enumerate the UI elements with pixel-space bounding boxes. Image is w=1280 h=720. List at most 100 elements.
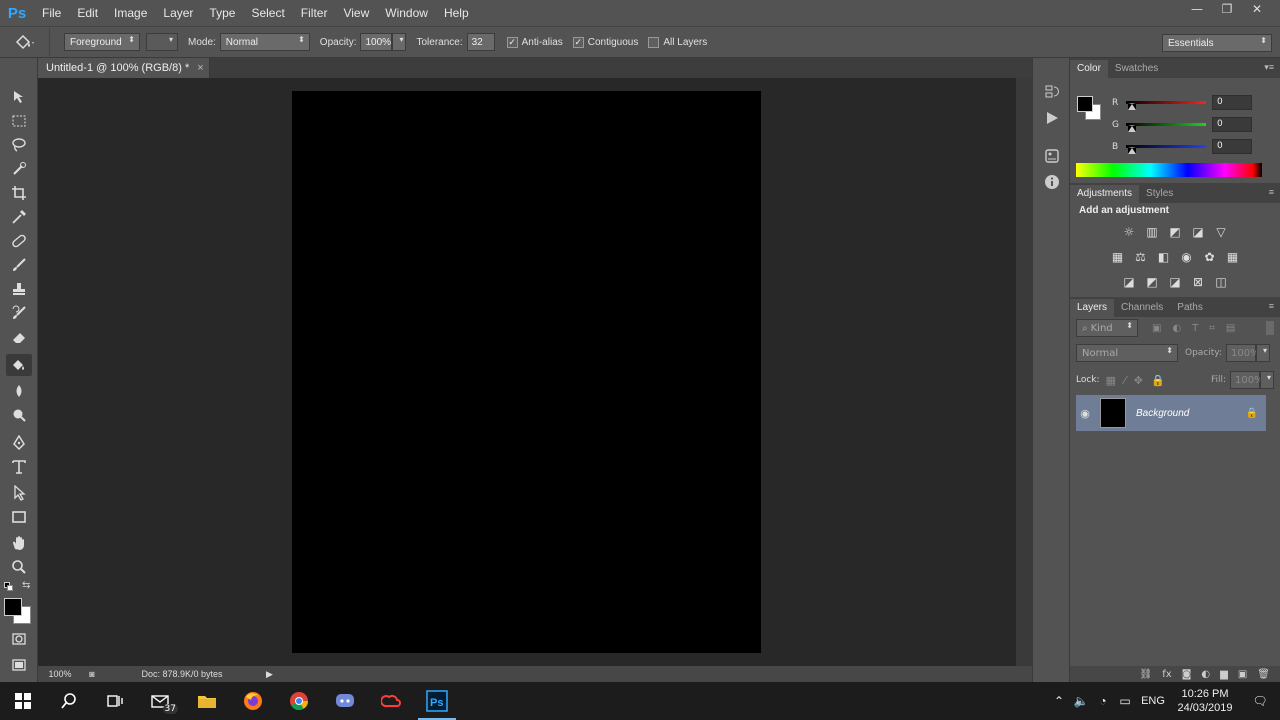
menu-layer[interactable]: Layer — [155, 0, 201, 26]
swap-colors-icon[interactable]: ⇆ — [22, 580, 30, 591]
menu-edit[interactable]: Edit — [69, 0, 106, 26]
panel-menu-icon[interactable]: ≡ — [1269, 187, 1274, 197]
threshold-icon[interactable]: ◪ — [1165, 273, 1185, 291]
tab-paths[interactable]: Paths — [1170, 299, 1210, 317]
link-layers-icon[interactable]: ⛓ — [1140, 669, 1153, 680]
lasso-tool-icon[interactable] — [6, 134, 32, 156]
quick-mask-icon[interactable] — [6, 628, 32, 650]
menu-file[interactable]: File — [34, 0, 69, 26]
posterize-icon[interactable]: ◩ — [1142, 273, 1162, 291]
curves-icon[interactable]: ◩ — [1165, 223, 1185, 241]
mode-dropdown[interactable]: Normal ⬍ — [219, 33, 310, 51]
crop-tool-icon[interactable] — [6, 182, 32, 204]
restore-button[interactable]: ❐ — [1212, 0, 1242, 18]
move-tool-icon[interactable] — [6, 86, 32, 108]
fill-source-dropdown[interactable]: Foreground ⬍ — [64, 33, 140, 51]
pattern-picker[interactable]: ▾ — [146, 33, 178, 51]
wifi-icon[interactable]: ◔ — [1092, 694, 1114, 708]
tab-adjustments[interactable]: Adjustments — [1070, 185, 1140, 203]
color-panel-foreground-swatch[interactable] — [1077, 96, 1093, 112]
menu-select[interactable]: Select — [243, 0, 292, 26]
actions-panel-icon[interactable] — [1042, 108, 1062, 128]
clock[interactable]: 10:26 PM 24/03/2019 — [1170, 687, 1240, 715]
blend-mode-dropdown[interactable]: Normal ⬍ — [1076, 344, 1178, 362]
default-colors-icon[interactable] — [4, 582, 14, 592]
color-lookup-icon[interactable]: ▦ — [1223, 248, 1243, 266]
selective-color-icon[interactable]: ⊠ — [1188, 273, 1208, 291]
photoshop-taskbar-button[interactable]: Ps — [414, 682, 460, 720]
foreground-color-swatch[interactable] — [4, 598, 22, 616]
vertical-scrollbar[interactable] — [1016, 78, 1032, 666]
canvas-area[interactable] — [38, 78, 1016, 666]
close-tab-icon[interactable]: × — [197, 62, 203, 74]
screen-mode-icon[interactable] — [6, 654, 32, 676]
layer-filter-kind-dropdown[interactable]: ⌕ Kind ⬍ — [1076, 319, 1138, 337]
green-slider-thumb[interactable] — [1128, 125, 1136, 132]
all-layers-checkbox[interactable] — [648, 36, 660, 48]
eraser-tool-icon[interactable] — [6, 326, 32, 348]
new-layer-icon[interactable]: ▣ — [1238, 669, 1247, 680]
blue-slider-track[interactable] — [1126, 145, 1206, 148]
chevron-up-icon[interactable]: ⌃ — [1048, 694, 1070, 708]
tab-swatches[interactable]: Swatches — [1108, 60, 1165, 78]
color-balance-icon[interactable]: ⚖ — [1131, 248, 1151, 266]
menu-image[interactable]: Image — [106, 0, 155, 26]
black-white-icon[interactable]: ◧ — [1154, 248, 1174, 266]
dodge-tool-icon[interactable] — [6, 404, 32, 426]
volume-icon[interactable]: 🔈 — [1070, 694, 1092, 708]
opacity-slider-button[interactable]: ▾ — [392, 33, 407, 51]
red-slider-track[interactable] — [1126, 101, 1206, 104]
type-tool-icon[interactable] — [6, 456, 32, 478]
contiguous-checkbox[interactable]: ✓ — [572, 36, 584, 48]
brightness-contrast-icon[interactable]: ☼ — [1119, 223, 1139, 241]
color-spectrum[interactable] — [1076, 163, 1262, 177]
layer-name[interactable]: Background — [1136, 408, 1189, 419]
layer-row-background[interactable]: ◉ Background 🔒 — [1076, 395, 1266, 431]
task-view-button[interactable] — [92, 682, 138, 720]
new-group-icon[interactable]: ▆ — [1220, 669, 1228, 680]
gradient-map-icon[interactable]: ◫ — [1211, 273, 1231, 291]
properties-panel-icon[interactable] — [1042, 146, 1062, 166]
lock-options-icons[interactable]: ▦⁄✥🔒 — [1106, 374, 1173, 387]
clone-stamp-tool-icon[interactable] — [6, 278, 32, 300]
file-explorer-button[interactable] — [184, 682, 230, 720]
tool-preset-picker[interactable] — [0, 28, 50, 56]
firefox-button[interactable] — [230, 682, 276, 720]
tolerance-input[interactable]: 32 — [466, 33, 495, 51]
layer-filter-icons[interactable]: ▣◐T⌗▤ — [1152, 323, 1246, 334]
menu-view[interactable]: View — [335, 0, 377, 26]
menu-filter[interactable]: Filter — [293, 0, 336, 26]
start-button[interactable] — [0, 682, 46, 720]
anti-alias-checkbox[interactable]: ✓ — [506, 36, 518, 48]
red-slider-thumb[interactable] — [1128, 103, 1136, 110]
eyedropper-tool-icon[interactable] — [6, 206, 32, 228]
blue-value-input[interactable]: 0 — [1212, 139, 1252, 154]
green-slider[interactable]: G 0 — [1110, 117, 1280, 134]
zoom-tool-icon[interactable] — [6, 556, 32, 578]
invert-icon[interactable]: ◪ — [1119, 273, 1139, 291]
search-button[interactable] — [46, 682, 92, 720]
tab-channels[interactable]: Channels — [1114, 299, 1170, 317]
minimize-button[interactable]: — — [1182, 0, 1212, 18]
layer-opacity-slider-button[interactable]: ▾ — [1256, 344, 1270, 362]
path-selection-tool-icon[interactable] — [6, 482, 32, 504]
pen-tool-icon[interactable] — [6, 432, 32, 454]
tab-layers[interactable]: Layers — [1070, 299, 1115, 317]
history-panel-icon[interactable] — [1042, 82, 1062, 102]
red-slider[interactable]: R 0 — [1110, 95, 1280, 112]
hand-tool-icon[interactable] — [6, 532, 32, 554]
tab-color[interactable]: Color — [1070, 60, 1108, 78]
zoom-level[interactable]: 100% — [38, 669, 82, 679]
exposure-icon[interactable]: ◪ — [1188, 223, 1208, 241]
new-adjustment-layer-icon[interactable]: ◐ — [1201, 669, 1210, 680]
menu-type[interactable]: Type — [201, 0, 243, 26]
panel-menu-icon[interactable]: ≡ — [1269, 301, 1274, 311]
channel-mixer-icon[interactable]: ✿ — [1200, 248, 1220, 266]
quick-selection-tool-icon[interactable] — [6, 158, 32, 180]
info-panel-icon[interactable] — [1042, 172, 1062, 192]
marquee-tool-icon[interactable] — [6, 110, 32, 132]
close-button[interactable]: ✕ — [1242, 0, 1272, 18]
chrome-button[interactable] — [276, 682, 322, 720]
panel-menu-icon[interactable]: ▾≡ — [1264, 62, 1274, 73]
green-value-input[interactable]: 0 — [1212, 117, 1252, 132]
